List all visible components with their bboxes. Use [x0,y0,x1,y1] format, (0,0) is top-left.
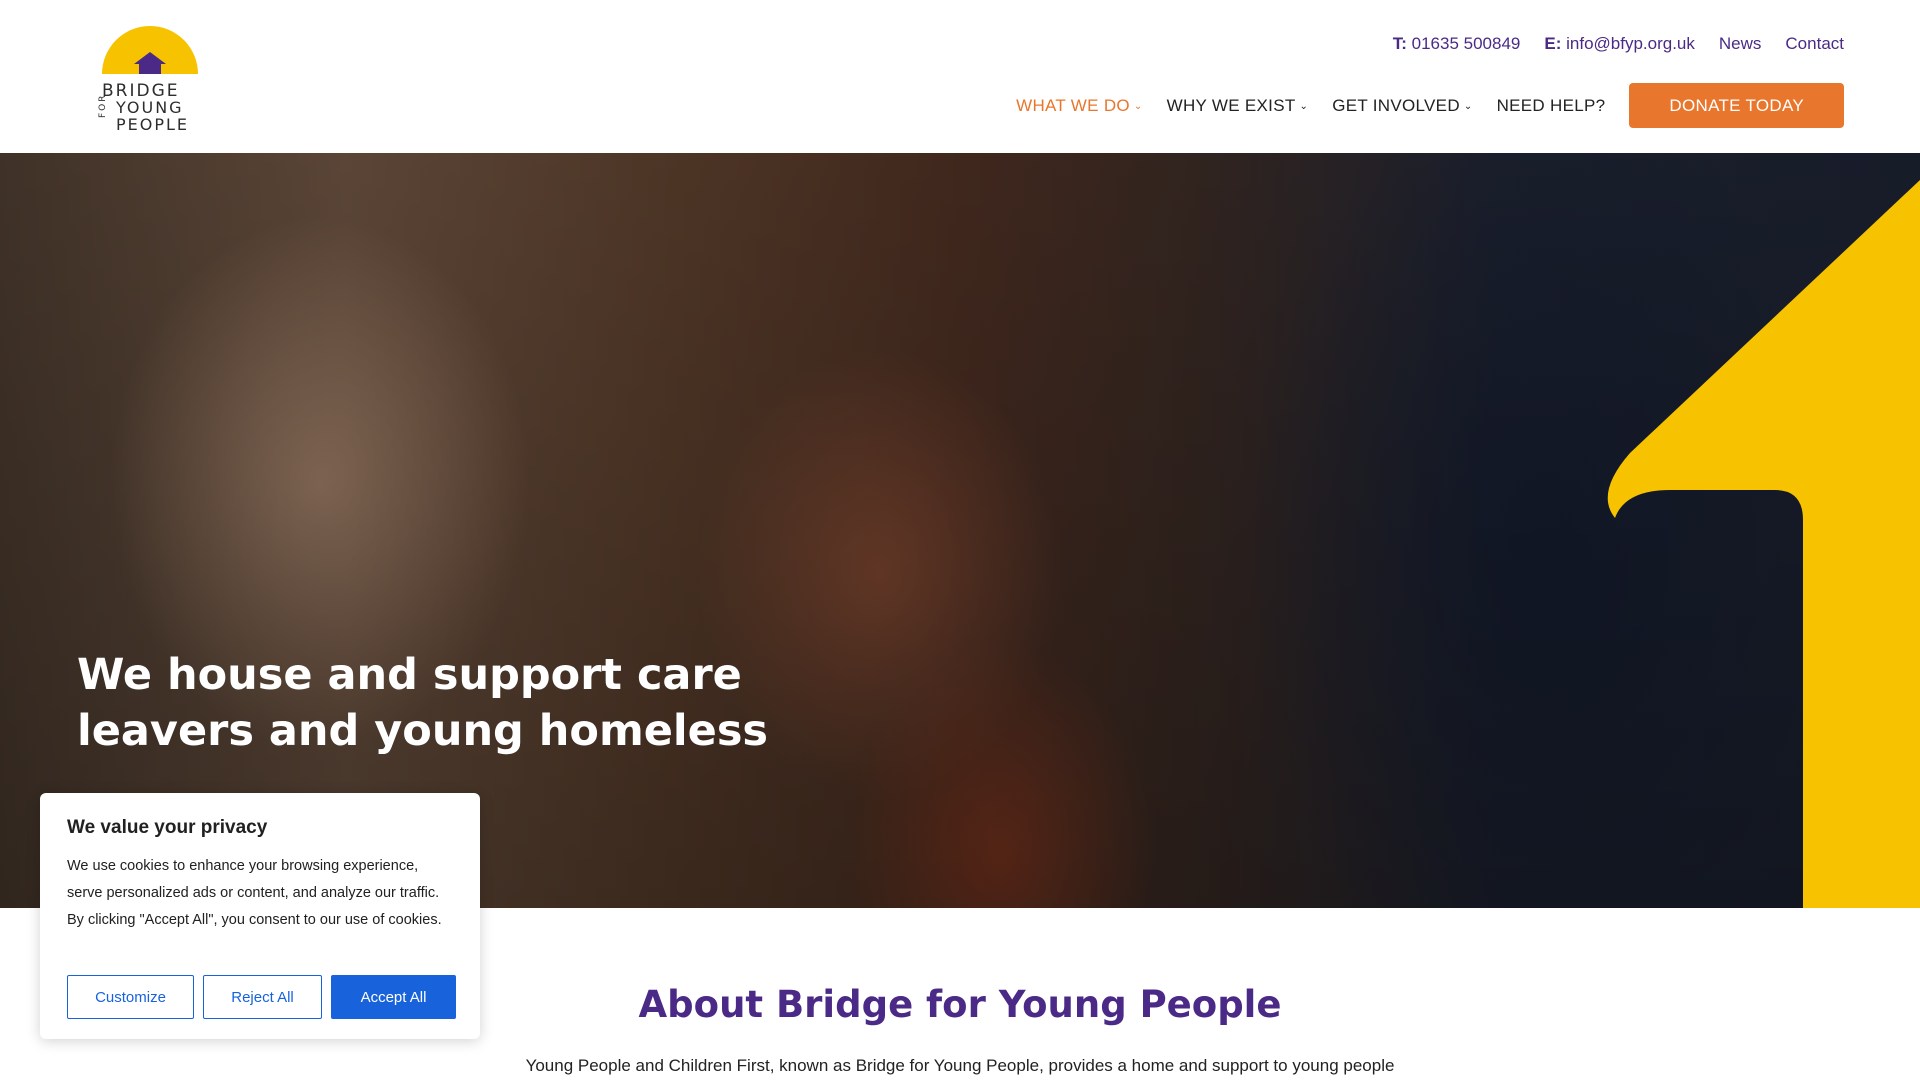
news-link[interactable]: News [1719,34,1762,54]
house-icon [134,52,166,74]
nav-item-get-involved[interactable]: GET INVOLVED ⌄ [1332,96,1472,116]
reject-all-button[interactable]: Reject All [203,975,322,1019]
email-address: info@bfyp.org.uk [1566,34,1695,53]
email-label: E: [1544,34,1562,53]
chevron-down-icon: ⌄ [1299,101,1309,112]
about-text: Young People and Children First, known a… [525,1056,1395,1075]
top-contact-bar: T: 01635 500849 E: info@bfyp.org.uk News… [1393,34,1844,54]
logo-line-for: FOR [98,93,108,118]
phone-label: T: [1392,34,1407,53]
phone-link[interactable]: T: 01635 500849 [1393,34,1521,54]
main-nav: WHAT WE DO ⌄ WHY WE EXIST ⌄ GET INVOLVED… [1016,83,1844,128]
logo-line-people: PEOPLE [116,115,190,134]
cookie-body: We use cookies to enhance your browsing … [67,858,442,928]
nav-item-label: NEED HELP? [1496,95,1606,115]
donate-button[interactable]: DONATE TODAY [1629,83,1844,128]
accept-all-button[interactable]: Accept All [331,975,456,1019]
customize-button[interactable]: Customize [67,975,194,1019]
chevron-down-icon: ⌄ [1133,101,1143,112]
nav-item-why-we-exist[interactable]: WHY WE EXIST ⌄ [1167,96,1309,116]
site-logo[interactable]: BRIDGE FOR YOUNG PEOPLE [98,24,200,136]
contact-link[interactable]: Contact [1785,34,1844,54]
nav-item-what-we-do[interactable]: WHAT WE DO ⌄ [1016,96,1143,116]
nav-item-need-help[interactable]: NEED HELP? [1497,96,1606,116]
phone-number: 01635 500849 [1411,34,1521,53]
chevron-down-icon: ⌄ [1463,101,1473,112]
nav-item-label: WHY WE EXIST [1166,95,1296,115]
nav-item-label: WHAT WE DO [1016,95,1130,115]
hero-title: We house and support care leavers and yo… [77,650,769,756]
nav-item-label: GET INVOLVED [1332,95,1460,115]
site-header: BRIDGE FOR YOUNG PEOPLE T: 01635 500849 … [0,0,1920,153]
cookie-actions: Customize Reject All Accept All [67,975,456,1019]
cookie-consent-banner: We value your privacy We use cookies to … [40,793,480,1039]
cookie-title: We value your privacy [67,817,268,838]
email-link[interactable]: E: info@bfyp.org.uk [1544,34,1695,54]
